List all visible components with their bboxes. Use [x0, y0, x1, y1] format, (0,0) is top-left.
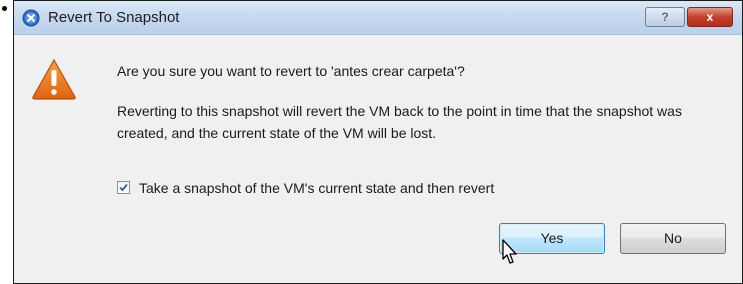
vmware-icon	[22, 9, 40, 27]
checkmark-icon	[119, 183, 128, 192]
bullet-marker	[2, 6, 7, 11]
warning-icon	[31, 58, 77, 100]
confirmation-question: Are you sure you want to revert to 'ante…	[117, 63, 465, 79]
warning-message: Reverting to this snapshot will revert t…	[117, 103, 682, 141]
title-bar[interactable]: Revert To Snapshot ? x	[14, 1, 742, 35]
close-button[interactable]: x	[687, 7, 733, 27]
dialog-content: Are you sure you want to revert to 'ante…	[14, 35, 742, 283]
revert-snapshot-dialog: Revert To Snapshot ? x Are you sure you …	[13, 0, 743, 284]
take-snapshot-checkbox[interactable]	[117, 181, 130, 194]
take-snapshot-label[interactable]: Take a snapshot of the VM's current stat…	[139, 180, 494, 196]
help-button[interactable]: ?	[645, 7, 685, 27]
dialog-title: Revert To Snapshot	[48, 9, 180, 26]
no-button[interactable]: No	[620, 223, 726, 254]
mouse-pointer-icon	[498, 239, 520, 269]
